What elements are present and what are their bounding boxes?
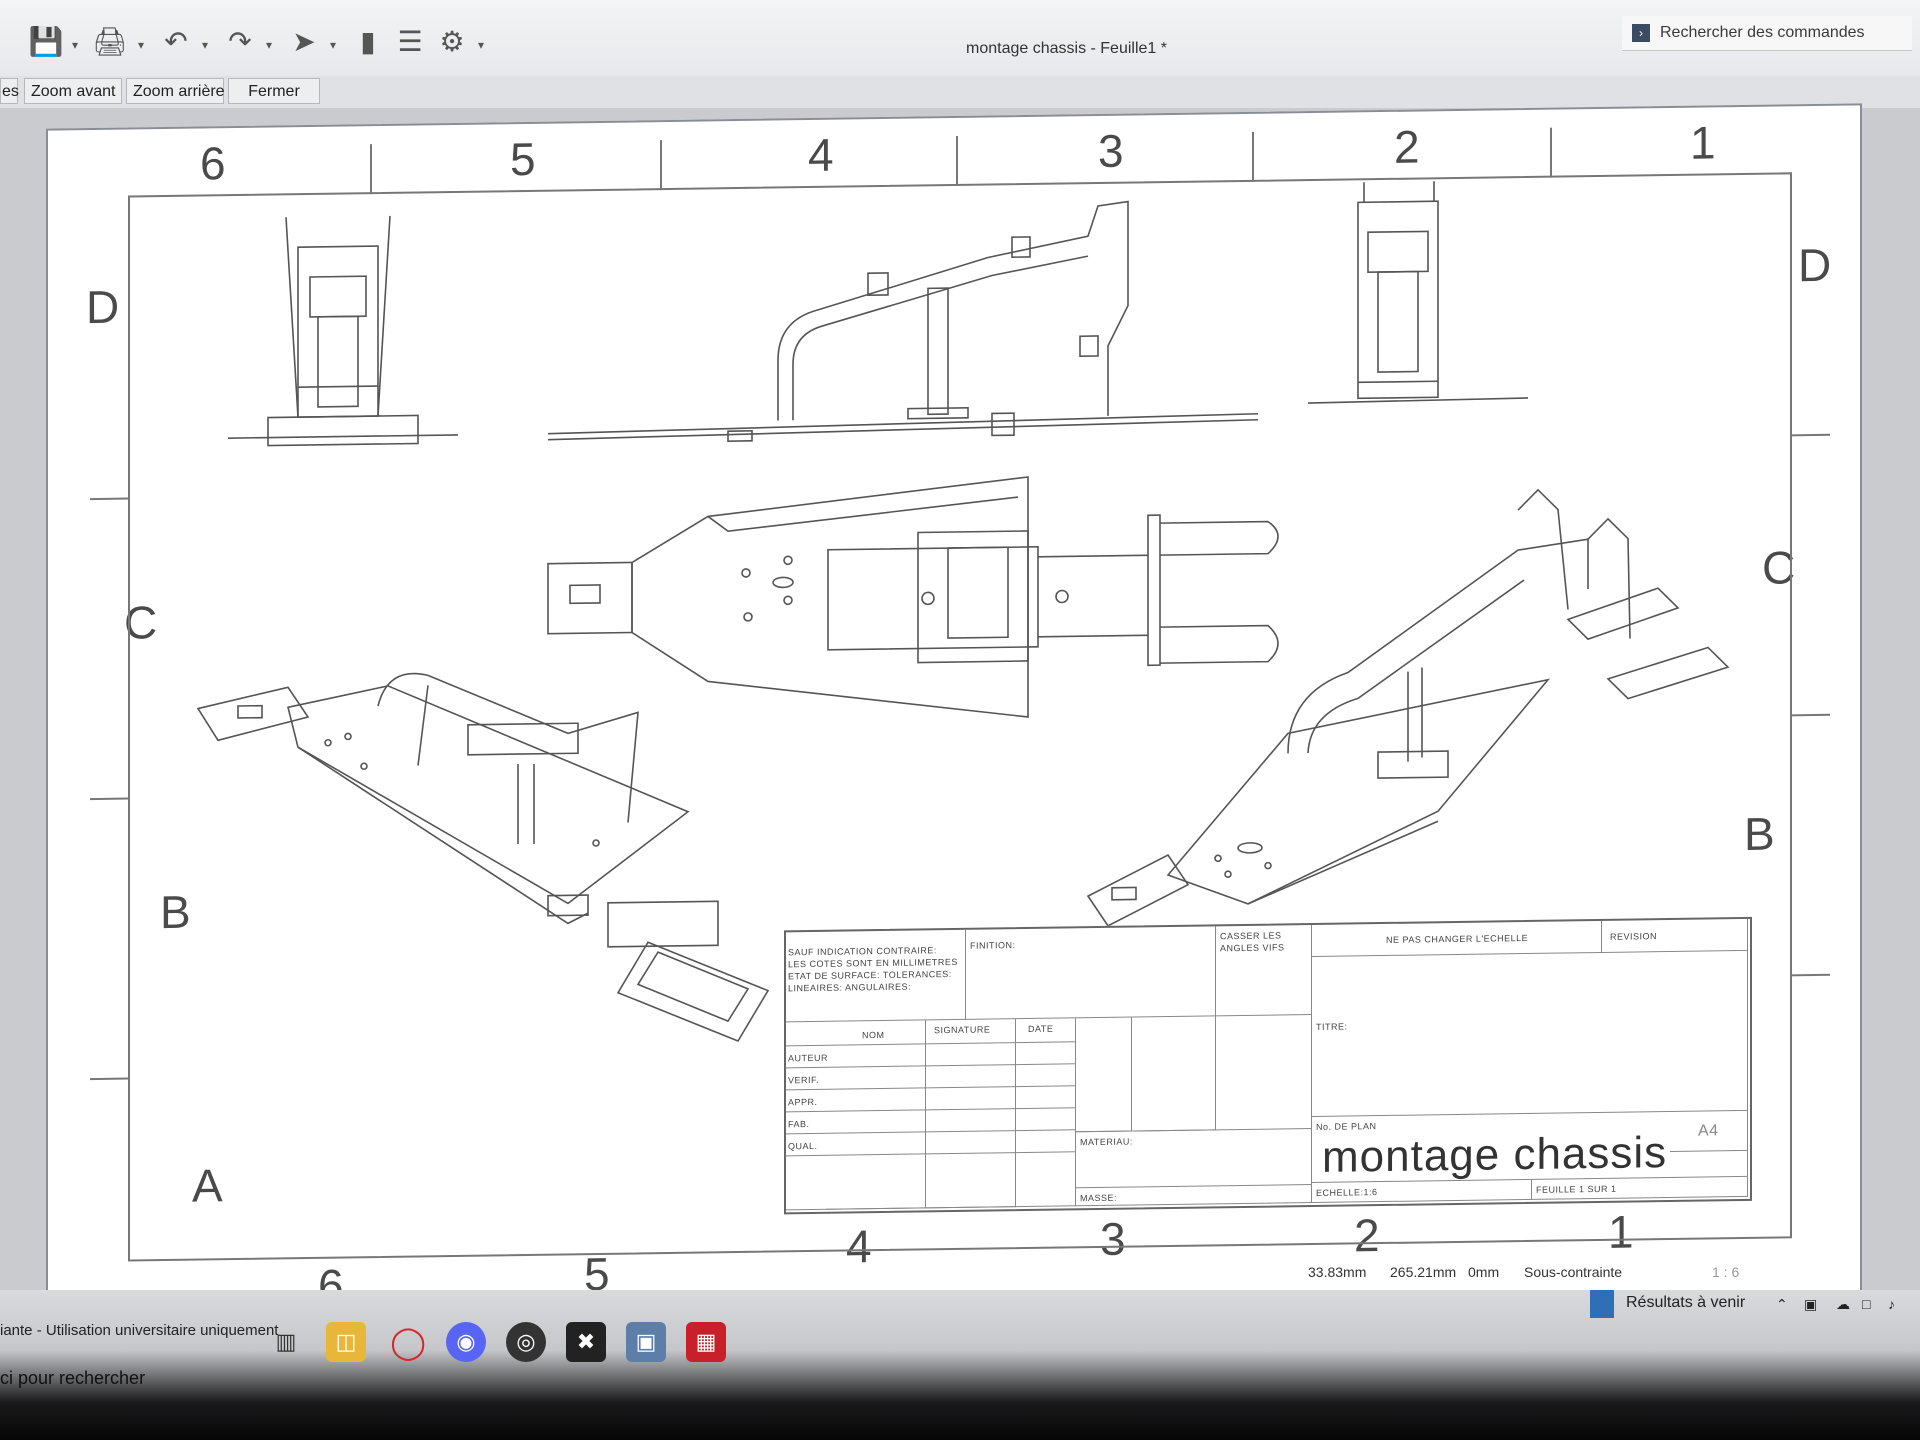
col-divider (926, 1043, 1016, 1209)
window-app-icon[interactable]: ▣ (626, 1322, 666, 1362)
row-label: VERIF. (788, 1074, 820, 1086)
break-edges-label: CASSER LES ANGLES VIFS (1220, 930, 1285, 954)
drawing-sheet[interactable]: 6 5 4 3 2 1 6 5 4 3 2 1 D C B A D C B A (46, 103, 1862, 1329)
status-y-coordinate: 265.21mm (1390, 1264, 1457, 1280)
news-widget-label[interactable]: Résultats à venir (1626, 1294, 1745, 1312)
redo-icon[interactable]: ↷ (222, 24, 258, 60)
row-label: APPR. (788, 1096, 818, 1108)
license-text: iante - Utilisation universitaire unique… (0, 1322, 279, 1339)
revision-label: REVISION (1610, 931, 1658, 942)
row-label: FAB. (788, 1119, 810, 1130)
news-widget-icon[interactable] (1590, 1290, 1614, 1318)
scale-label: ECHELLE:1:6 (1316, 1187, 1378, 1198)
sheet-number-label: FEUILLE 1 SUR 1 (1536, 1183, 1617, 1195)
rebuild-icon[interactable]: ▮ (350, 24, 386, 60)
grid-cell (1076, 1017, 1132, 1133)
previous-view-button[interactable]: es (0, 78, 19, 104)
drawing-name: montage chassis (1322, 1128, 1668, 1182)
zoom-out-button[interactable]: Zoom arrière (126, 78, 225, 104)
side-view[interactable] (547, 200, 1259, 444)
name-header: NOM (862, 1029, 885, 1041)
app-icon[interactable]: ✖ (566, 1322, 606, 1362)
obs-icon[interactable]: ◎ (506, 1322, 546, 1362)
chevron-down-icon[interactable]: ▾ (72, 38, 78, 52)
chevron-down-icon[interactable]: ▾ (478, 38, 484, 52)
material-label: MATERIAU: (1080, 1136, 1133, 1148)
task-view-icon[interactable]: ▥ (266, 1322, 306, 1362)
signature-header: SIGNATURE (934, 1024, 991, 1036)
tray-network-icon[interactable]: ▣ (1804, 1296, 1817, 1313)
save-icon[interactable]: 💾 (28, 24, 64, 60)
status-x-coordinate: 33.83mm (1308, 1264, 1367, 1280)
close-button[interactable]: Fermer (228, 78, 320, 104)
select-cursor-icon[interactable]: ➤ (286, 24, 322, 60)
document-title: montage chassis - Feuille1 * (966, 40, 1167, 57)
col-divider (826, 1044, 926, 1210)
grid-cell (1132, 1016, 1216, 1132)
tray-display-icon[interactable]: □ (1862, 1296, 1870, 1312)
title-bar: 💾 ▾ 🖨 ▾ ↶ ▾ ↷ ▾ ➤ ▾ ▮ ☰ ⚙ ▾ montage chas… (0, 0, 1920, 79)
row-label: QUAL. (788, 1140, 818, 1152)
zoom-in-button[interactable]: Zoom avant (24, 78, 122, 104)
status-scale[interactable]: 1 : 6 (1712, 1264, 1739, 1280)
finish-label: FINITION: (970, 940, 1016, 951)
chevron-down-icon[interactable]: ▾ (138, 38, 144, 52)
isometric-view-left[interactable] (196, 669, 770, 1049)
tray-cloud-icon[interactable]: ☁ (1836, 1296, 1850, 1313)
title-block[interactable]: SAUF INDICATION CONTRAIRE: LES COTES SON… (784, 916, 1752, 1215)
plan-number-label: No. DE PLAN (1316, 1121, 1377, 1132)
file-properties-icon[interactable]: ☰ (392, 24, 428, 60)
solidworks-icon[interactable]: ▦ (686, 1322, 726, 1362)
tray-chevron-up-icon[interactable]: ⌃ (1776, 1296, 1788, 1313)
front-view[interactable] (228, 215, 458, 447)
status-z-coordinate: 0mm (1468, 1264, 1500, 1280)
title-cell (1312, 950, 1748, 1118)
right-view[interactable] (1307, 180, 1529, 404)
isometric-view-right[interactable] (1086, 487, 1730, 927)
command-search-label: Rechercher des commandes (1660, 24, 1865, 41)
mass-label: MASSE: (1080, 1192, 1118, 1204)
date-header: DATE (1028, 1023, 1054, 1034)
name-header-cell (786, 1020, 926, 1047)
title-label: TITRE: (1316, 1021, 1348, 1032)
print-icon[interactable]: 🖨 (92, 24, 128, 60)
tray-volume-icon[interactable]: ♪ (1888, 1296, 1895, 1312)
size-label: A4 (1698, 1122, 1719, 1140)
opera-icon[interactable]: ◯ (388, 1322, 428, 1362)
chevron-down-icon[interactable]: ▾ (202, 38, 208, 52)
status-constraint-state: Sous-contrainte (1524, 1264, 1623, 1280)
row-label: AUTEUR (788, 1052, 829, 1064)
chevron-down-icon[interactable]: ▾ (266, 38, 272, 52)
chevron-down-icon[interactable]: ▾ (330, 38, 336, 52)
command-search-icon: › (1632, 24, 1650, 42)
undo-icon[interactable]: ↶ (158, 24, 194, 60)
options-gear-icon[interactable]: ⚙ (434, 24, 470, 60)
taskbar (0, 1290, 1920, 1440)
command-bar: es Zoom avant Zoom arrière Fermer (0, 76, 1920, 108)
discord-icon[interactable]: ◉ (446, 1322, 486, 1362)
command-search[interactable]: › Rechercher des commandes (1622, 16, 1912, 51)
tolerance-note: SAUF INDICATION CONTRAIRE: LES COTES SON… (788, 945, 958, 994)
no-scale-label: NE PAS CHANGER L'ECHELLE (1386, 932, 1529, 945)
top-view[interactable] (547, 473, 1279, 723)
file-explorer-icon[interactable]: ◫ (326, 1322, 366, 1362)
taskbar-search-input[interactable]: ci pour rechercher (0, 1368, 145, 1389)
status-bar (0, 1262, 1920, 1292)
